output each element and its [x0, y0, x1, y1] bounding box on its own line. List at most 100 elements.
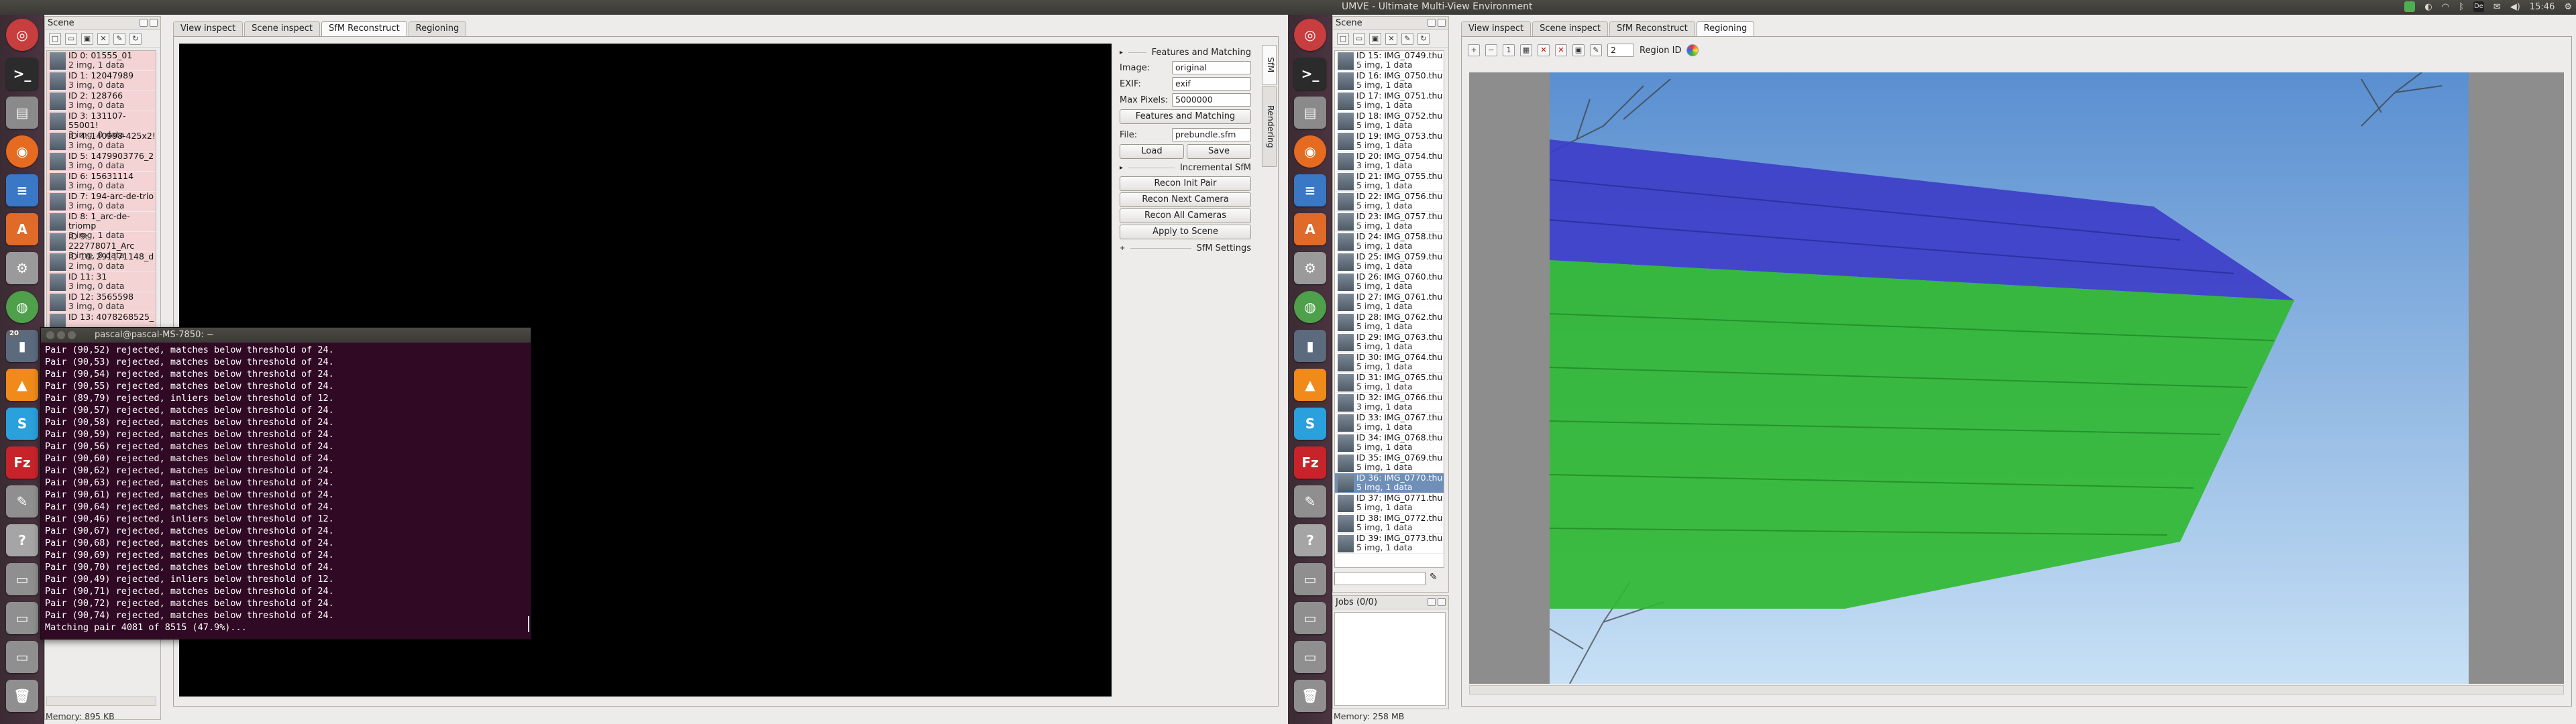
open-folder-icon[interactable]: ▭	[65, 32, 77, 45]
tab-sfm-reconstruct[interactable]: SfM Reconstruct	[321, 21, 407, 36]
list-item[interactable]: ID 39: IMG_0773.thu 5 img, 1 data	[1335, 534, 1444, 554]
vlc-icon[interactable]: ▲	[6, 369, 38, 401]
save-icon[interactable]: ▣	[81, 32, 93, 45]
drive-icon[interactable]: ▭	[6, 602, 38, 634]
list-item[interactable]: ID 12: 3565598 3 img, 0 data	[47, 292, 156, 312]
list-item[interactable]: ID 0: 01555_01 2 img, 1 data	[47, 51, 156, 71]
dropbox-icon[interactable]	[2404, 1, 2416, 12]
mail-icon[interactable]: ✉	[2493, 2, 2501, 12]
color-palette-icon[interactable]	[1686, 44, 1699, 56]
close-icon[interactable]	[1438, 598, 1446, 606]
close-icon[interactable]	[46, 331, 54, 339]
settings-icon[interactable]: ⚙	[1294, 252, 1326, 284]
image-field[interactable]: original	[1172, 61, 1251, 74]
files-icon[interactable]: ▤	[1294, 97, 1326, 129]
writer-icon[interactable]: ≡	[1294, 174, 1326, 206]
filezilla-icon[interactable]: Fz	[1294, 446, 1326, 479]
editor-icon[interactable]: ✎	[6, 485, 38, 518]
list-item[interactable]: ID 19: IMG_0753.thu 5 img, 1 data	[1335, 131, 1444, 152]
list-item[interactable]: ID 11: 31 3 img, 0 data	[47, 272, 156, 292]
save-icon[interactable]: ▣	[1572, 44, 1585, 56]
chrome-icon[interactable]: ◍	[6, 291, 38, 323]
save-button[interactable]: Save	[1187, 144, 1251, 159]
writer-icon[interactable]: ≡	[6, 174, 38, 206]
image-canvas[interactable]	[1469, 72, 2564, 684]
settings-icon[interactable]: ⚙	[6, 252, 38, 284]
open-folder-icon[interactable]: ▭	[1353, 32, 1365, 45]
vtab-sfm[interactable]: SfM	[1262, 45, 1277, 85]
exif-field[interactable]: exif	[1172, 77, 1251, 90]
zoom-in-icon[interactable]: +	[1468, 44, 1480, 56]
tab-view-inspect[interactable]: View inspect	[1461, 21, 1532, 36]
vtab-rendering[interactable]: Rendering	[1262, 86, 1277, 167]
tab-scene-inspect[interactable]: Scene inspect	[244, 21, 320, 36]
app-icon[interactable]: ▮	[1294, 330, 1326, 362]
drive-icon[interactable]: ▭	[1294, 563, 1326, 595]
list-item[interactable]: ID 25: IMG_0759.thu 5 img, 1 data	[1335, 252, 1444, 272]
zoom-out-icon[interactable]: −	[1485, 44, 1497, 56]
app-icon-badge[interactable]: 20 ▮	[6, 330, 38, 362]
recon-next-camera-button[interactable]: Recon Next Camera	[1120, 192, 1251, 207]
list-item[interactable]: ID 36: IMG_0770.thu 5 img, 1 data	[1335, 473, 1444, 493]
dash-icon[interactable]: ◎	[6, 19, 38, 51]
drive-icon[interactable]: ▭	[6, 563, 38, 595]
brush-icon[interactable]: ✎	[1590, 44, 1602, 56]
tab-sfm-reconstruct[interactable]: SfM Reconstruct	[1609, 21, 1695, 36]
list-item[interactable]: ID 15: IMG_0749.thu 5 img, 1 data	[1335, 51, 1444, 71]
save-icon[interactable]: ▣	[1369, 32, 1381, 45]
new-scene-icon[interactable]: □	[49, 32, 61, 45]
region-id-spinbox[interactable]: 2	[1607, 44, 1634, 57]
close-icon[interactable]	[1438, 19, 1446, 27]
drive-icon[interactable]: ▭	[6, 641, 38, 673]
firefox-icon[interactable]: ◉	[6, 135, 38, 168]
terminal-icon[interactable]: >_	[1294, 58, 1326, 90]
max-pixels-spinbox[interactable]: 5000000	[1172, 93, 1251, 107]
maximize-icon[interactable]	[68, 331, 76, 339]
list-item[interactable]: ID 9: 222778071_Arc 3 img, 0 data	[47, 232, 156, 260]
clock[interactable]: 15:46	[2530, 2, 2555, 12]
tab-regioning[interactable]: Regioning	[1696, 21, 1755, 36]
chrome-icon[interactable]: ◍	[1294, 291, 1326, 323]
list-item[interactable]: ID 33: IMG_0767.thu 5 img, 1 data	[1335, 413, 1444, 433]
list-item[interactable]: ID 16: IMG_0750.thu 5 img, 1 data	[1335, 71, 1444, 91]
zoom-fit-icon[interactable]: ▦	[1520, 44, 1532, 56]
jobs-list[interactable]	[1334, 612, 1446, 706]
tab-view-inspect[interactable]: View inspect	[173, 21, 244, 36]
list-item[interactable]: ID 38: IMG_0772.thu 5 img, 1 data	[1335, 514, 1444, 534]
list-item[interactable]: ID 2: 128766 3 img, 0 data	[47, 91, 156, 111]
canvas-hscrollbar[interactable]	[1469, 685, 2564, 695]
unknown-app-icon[interactable]: ?	[1294, 524, 1326, 556]
skype-icon[interactable]: S	[6, 408, 38, 440]
drive-icon[interactable]: ▭	[1294, 602, 1326, 634]
trash-icon[interactable]: 🗑	[6, 680, 38, 712]
features-matching-button[interactable]: Features and Matching	[1120, 109, 1251, 124]
building-image[interactable]	[1469, 72, 2564, 684]
software-center-icon[interactable]: A	[1294, 213, 1326, 245]
refresh-icon[interactable]: ↻	[1417, 32, 1430, 45]
float-icon[interactable]	[140, 19, 148, 27]
delete-icon[interactable]: ✕	[1555, 44, 1567, 56]
terminal-scrollbar[interactable]	[528, 616, 529, 632]
list-item[interactable]: ID 17: IMG_0751.thu 5 img, 1 data	[1335, 91, 1444, 111]
float-icon[interactable]	[1428, 598, 1436, 606]
close-icon[interactable]	[150, 19, 158, 27]
list-item[interactable]: ID 1: 12047989 3 img, 0 data	[47, 71, 156, 91]
volume-icon[interactable]: ◀)	[2510, 2, 2520, 12]
list-item[interactable]: ID 10: 291171148_d 2 img, 0 data	[47, 252, 156, 272]
trash-icon[interactable]: 🗑	[1294, 680, 1326, 712]
clear-icon[interactable]: ✕	[1538, 44, 1550, 56]
filter-input[interactable]	[1334, 572, 1426, 585]
list-item[interactable]: ID 18: IMG_0752.thu 5 img, 1 data	[1335, 111, 1444, 131]
scene-hscrollbar[interactable]	[46, 697, 156, 706]
list-item[interactable]: ID 6: 15631114 3 img, 0 data	[47, 172, 156, 192]
list-item[interactable]: ID 34: IMG_0768.thu 5 img, 1 data	[1335, 433, 1444, 453]
minimize-icon[interactable]	[57, 331, 65, 339]
files-icon[interactable]: ▤	[6, 97, 38, 129]
list-item[interactable]: ID 20: IMG_0754.thu 3 img, 1 data	[1335, 152, 1444, 172]
edit-icon[interactable]: ✎	[1401, 32, 1413, 45]
list-item[interactable]: ID 22: IMG_0756.thu 5 img, 1 data	[1335, 192, 1444, 212]
list-item[interactable]: ID 8: 1_arc-de-triomp 3 img, 1 data	[47, 212, 156, 240]
terminal-icon[interactable]: >_	[6, 58, 38, 90]
list-item[interactable]: ID 27: IMG_0761.thu 5 img, 1 data	[1335, 292, 1444, 312]
list-item[interactable]: ID 5: 1479903776_2 3 img, 0 data	[47, 152, 156, 172]
